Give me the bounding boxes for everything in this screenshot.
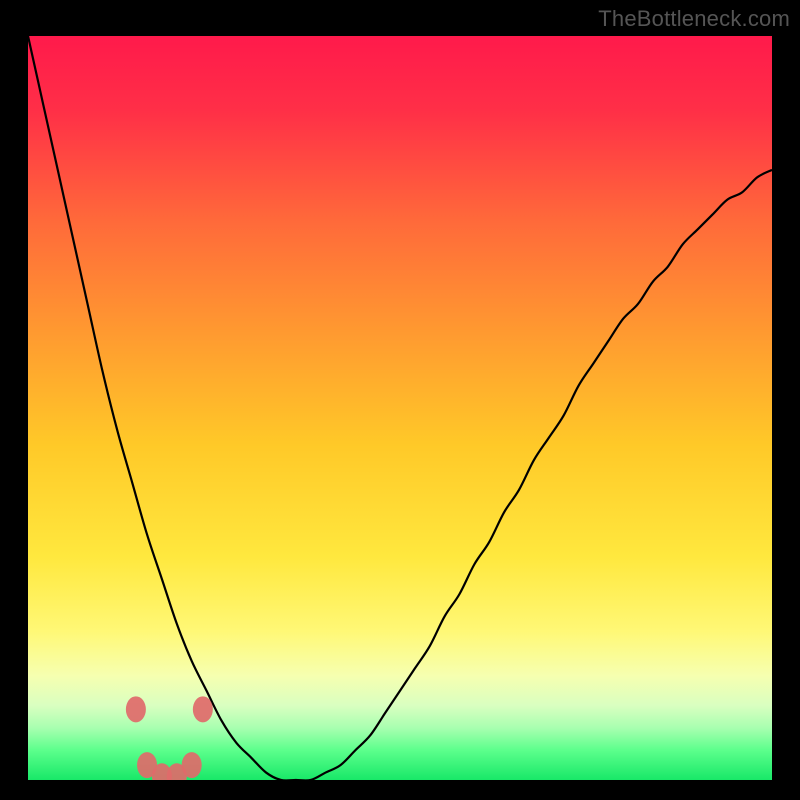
gradient-background	[28, 36, 772, 780]
bottleneck-curve-chart	[28, 36, 772, 780]
plot-area	[28, 36, 772, 780]
curve-marker	[126, 696, 146, 722]
chart-frame: TheBottleneck.com	[0, 0, 800, 800]
watermark-text: TheBottleneck.com	[598, 6, 790, 32]
curve-marker	[193, 696, 213, 722]
curve-marker	[182, 752, 202, 778]
